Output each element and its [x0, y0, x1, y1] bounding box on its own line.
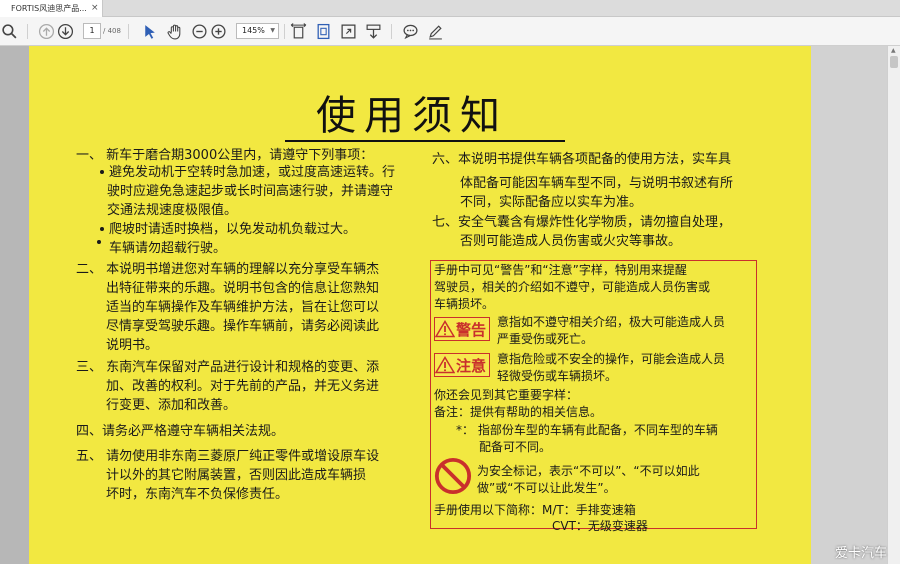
- bullet: [100, 170, 104, 174]
- safety-notice-box: 手册中可见“警告”和“注意”字样，特别用来提醒 驾驶员，相关的介绍如不遵守，可能…: [430, 260, 757, 533]
- notice-line: 你还会见到其它重要字样：: [434, 388, 579, 402]
- download-icon[interactable]: [364, 22, 383, 41]
- viewer-left-margin: [0, 46, 29, 564]
- left-paragraph-line: 加、改善的权利。对于先前的产品，并无义务进: [106, 379, 380, 394]
- fit-page-icon[interactable]: [314, 22, 333, 41]
- left-paragraph-line: 三、 东南汽车保留对产品进行设计和规格的变更、添: [76, 360, 380, 375]
- right-paragraph-line: 六、本说明书提供车辆各项配备的使用方法，实车具: [432, 152, 732, 167]
- left-paragraph-line: 计以外的其它附属装置，否则因此造成车辆损: [106, 468, 367, 483]
- caution-badge: 注意: [434, 353, 490, 377]
- warning-triangle-icon: [435, 320, 455, 338]
- pdf-page: 使用须知 一、 新车于磨合期3000公里内，请遵守下列事项： 避免发动机于空转时…: [29, 46, 811, 564]
- notice-line: 为安全标记，表示“不可以”、“不可以如此: [477, 464, 700, 478]
- prohibition-sign-icon: [434, 457, 472, 495]
- full-screen-icon[interactable]: [339, 22, 358, 41]
- tab-close-icon[interactable]: ×: [91, 0, 99, 17]
- toolbar-separator: [391, 24, 392, 39]
- next-page-icon[interactable]: [56, 22, 75, 41]
- page-number-input[interactable]: 1: [83, 23, 101, 39]
- comment-icon[interactable]: [401, 22, 420, 41]
- notice-line: 手册中可见“警告”和“注意”字样，特别用来提醒: [434, 263, 687, 277]
- toolbar-separator: [284, 24, 285, 39]
- previous-page-icon[interactable]: [37, 22, 56, 41]
- left-paragraph-line: 说明书。: [106, 338, 159, 353]
- right-paragraph-line: 体配备可能因车辆车型不同，与说明书叙述有所: [460, 176, 734, 191]
- notice-line: CVT：无级变速器: [552, 519, 648, 533]
- zoom-out-icon[interactable]: [190, 22, 209, 41]
- bullet: [100, 227, 104, 231]
- vertical-scrollbar[interactable]: ▲: [887, 46, 900, 564]
- notice-line: 意指如不遵守相关介绍，极大可能造成人员: [497, 315, 726, 329]
- chevron-down-icon: ▼: [270, 27, 275, 34]
- left-paragraph-line: 坏时，东南汽车不负保修责任。: [106, 487, 289, 502]
- left-paragraph-line: 二、 本说明书增进您对车辆的理解以充分享受车辆杰: [76, 262, 380, 277]
- scrollbar-thumb[interactable]: [890, 56, 898, 68]
- toolbar-separator: [128, 24, 129, 39]
- sign-pen-icon[interactable]: [426, 22, 445, 41]
- left-paragraph-line: 尽情享受驾驶乐趣。操作车辆前，请务必阅读此: [106, 319, 380, 334]
- zoom-in-icon[interactable]: [209, 22, 228, 41]
- notice-line: 做”或“不可以让此发生”。: [477, 481, 616, 495]
- viewer-right-margin: [811, 46, 887, 564]
- hand-tool-icon[interactable]: [165, 22, 184, 41]
- left-paragraph-line: 车辆请勿超载行驶。: [109, 241, 227, 256]
- document-tab[interactable]: FORTIS风迪思产品...: [0, 0, 103, 17]
- fit-width-icon[interactable]: [289, 22, 308, 41]
- warning-label: 警告: [456, 320, 487, 339]
- bullet: [97, 240, 101, 244]
- left-paragraph-line: 五、 请勿使用非东南三菱原厂纯正零件或增设原车设: [76, 449, 380, 464]
- document-viewer[interactable]: 使用须知 一、 新车于磨合期3000公里内，请遵守下列事项： 避免发动机于空转时…: [0, 46, 900, 564]
- search-icon[interactable]: [0, 22, 19, 41]
- watermark: 爱卡汽车: [835, 546, 888, 561]
- notice-line: *： 指部份车型的车辆有此配备，不同车型的车辆: [456, 423, 718, 437]
- left-paragraph-line: 四、请务必严格遵守车辆相关法规。: [76, 424, 285, 439]
- caution-triangle-icon: [435, 356, 455, 374]
- notice-line: 驾驶员，相关的介绍如不遵守，可能造成人员伤害或: [434, 280, 711, 294]
- right-paragraph-line: 否则可能造成人员伤害或火灾等事故。: [460, 234, 682, 249]
- left-paragraph-line: 行变更、添加和改善。: [106, 398, 237, 413]
- right-paragraph-line: 不同，实际配备应以实车为准。: [460, 195, 643, 210]
- left-paragraph-line: 驶时应避免急速起步或长时间高速行驶，并请遵守: [107, 184, 394, 199]
- page-title: 使用须知: [316, 93, 508, 139]
- title-underline: [285, 140, 565, 142]
- notice-line: 意指危险或不安全的操作，可能会造成人员: [497, 352, 726, 366]
- notice-line: 严重受伤或死亡。: [497, 332, 594, 346]
- tab-title: FORTIS风迪思产品...: [11, 4, 87, 13]
- left-paragraph-line: 出特征带来的乐趣。说明书包含的信息让您熟知: [106, 281, 380, 296]
- zoom-level-select[interactable]: 145% ▼: [236, 23, 279, 39]
- toolbar-separator: [27, 24, 28, 39]
- left-paragraph-line: 避免发动机于空转时急加速，或过度高速运转。行: [109, 165, 396, 180]
- notice-line: 车辆损坏。: [434, 297, 495, 311]
- notice-line: 备注：提供有帮助的相关信息。: [434, 405, 603, 419]
- caution-label: 注意: [456, 356, 487, 375]
- scroll-up-icon[interactable]: ▲: [891, 47, 896, 54]
- left-paragraph-line: 适当的车辆操作及车辆维护方法，旨在让您可以: [106, 300, 380, 315]
- page-total: / 408: [103, 27, 121, 35]
- notice-line: 配备可不同。: [479, 440, 552, 454]
- warning-badge: 警告: [434, 317, 490, 341]
- left-paragraph-line: 交通法规速度极限值。: [107, 203, 238, 218]
- select-cursor-icon[interactable]: [140, 22, 159, 41]
- notice-line: 轻微受伤或车辆损坏。: [497, 369, 618, 383]
- zoom-level-value: 145%: [242, 26, 265, 35]
- tab-bar: FORTIS风迪思产品... ×: [0, 0, 900, 17]
- toolbar: 1 / 408 145% ▼: [0, 17, 900, 46]
- left-paragraph-line: 爬坡时请适时换档，以免发动机负载过大。: [109, 222, 357, 237]
- right-paragraph-line: 七、安全气囊含有爆炸性化学物质，请勿擅自处理，: [432, 215, 732, 230]
